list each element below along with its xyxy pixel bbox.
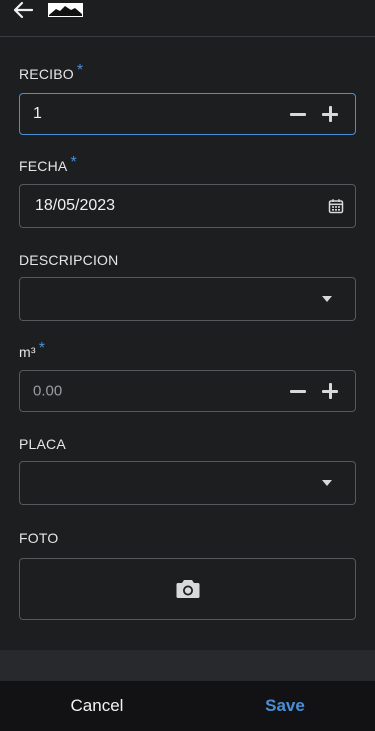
fecha-date-field[interactable]: 18/05/2023 (19, 184, 356, 228)
m3-label: m³ * (19, 340, 45, 362)
back-button[interactable] (11, 0, 35, 20)
calendar-icon[interactable] (328, 198, 344, 214)
arrow-left-icon (13, 1, 34, 19)
dropdown-caret-icon[interactable] (322, 480, 332, 486)
top-app-bar (0, 0, 375, 37)
dropdown-caret-icon[interactable] (322, 296, 332, 302)
m3-stepper[interactable]: 0.00 (19, 370, 356, 412)
foto-label-text: FOTO (19, 530, 59, 546)
required-asterisk: * (70, 154, 77, 171)
fecha-label-text: FECHA (19, 158, 68, 174)
descripcion-label-text: DESCRIPCION (19, 252, 119, 268)
recibo-label: RECIBO * (19, 62, 83, 84)
recibo-label-text: RECIBO (19, 66, 74, 82)
placa-label-text: PLACA (19, 436, 66, 452)
save-button[interactable]: Save (235, 681, 335, 731)
company-logo (48, 3, 83, 17)
plus-icon[interactable] (321, 105, 339, 123)
cancel-button[interactable]: Cancel (47, 681, 147, 731)
fecha-label: FECHA * (19, 154, 77, 176)
recibo-input[interactable]: 1 (33, 105, 42, 123)
content-bottom-band (0, 650, 375, 681)
m3-label-text: m³ (19, 344, 36, 360)
m3-input[interactable]: 0.00 (33, 383, 62, 400)
placa-select[interactable] (19, 461, 356, 505)
required-asterisk: * (38, 340, 46, 357)
required-asterisk: * (76, 62, 84, 79)
placa-label: PLACA (19, 436, 66, 452)
minus-icon[interactable] (289, 382, 307, 400)
foto-picker[interactable] (19, 558, 356, 620)
minus-icon[interactable] (289, 105, 307, 123)
descripcion-select[interactable] (19, 277, 356, 321)
descripcion-label: DESCRIPCION (19, 252, 118, 268)
fecha-value[interactable]: 18/05/2023 (35, 197, 115, 215)
bottom-action-bar: Cancel Save (0, 681, 375, 731)
recibo-stepper[interactable]: 1 (19, 93, 356, 135)
camera-icon[interactable] (176, 579, 200, 599)
plus-icon[interactable] (321, 382, 339, 400)
foto-label: FOTO (19, 530, 58, 546)
